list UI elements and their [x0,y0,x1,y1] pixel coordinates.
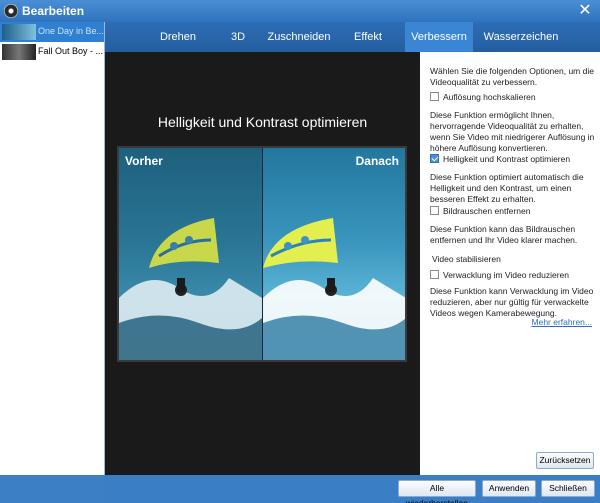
tab-verbessern[interactable]: Verbessern [405,22,473,52]
file-list-item[interactable]: One Day in Be... [0,22,104,42]
file-name: One Day in Be... [38,26,104,36]
brightness-checkbox[interactable] [430,154,439,164]
apply-button[interactable]: Anwenden [482,480,536,497]
windsurfer-image-before [119,218,262,360]
upscale-checkbox-row[interactable]: Auflösung hochskalieren [430,92,536,104]
file-list-sidebar: One Day in Be... Fall Out Boy - ... [0,22,105,475]
reset-button[interactable]: Zurücksetzen [536,452,594,469]
window-title: Bearbeiten [22,4,85,18]
footer-bar: Alle wiederherstellen Anwenden Schließen [105,475,600,503]
learn-more-link[interactable]: Mehr erfahren... [532,317,592,328]
restore-all-button[interactable]: Alle wiederherstellen [398,480,476,503]
tab-effekt[interactable]: Effekt [343,22,393,52]
video-thumbnail [2,44,36,60]
file-list-item[interactable]: Fall Out Boy - ... [0,42,104,62]
tab-drehen[interactable]: Drehen [153,22,203,52]
enhance-options-panel: Wählen Sie die folgenden Optionen, um di… [420,52,600,475]
title-bar: Bearbeiten ✕ [0,0,600,22]
before-image: Vorher [119,148,262,360]
brightness-label: Helligkeit und Kontrast optimieren [443,154,571,164]
brightness-checkbox-row[interactable]: Helligkeit und Kontrast optimieren [430,154,570,166]
preview-panel: Helligkeit und Kontrast optimieren Vorhe… [105,52,420,475]
denoise-description: Diese Funktion kann das Bildrauschen ent… [430,224,578,245]
before-after-preview: Vorher Danach [117,146,407,362]
shake-checkbox-row[interactable]: Verwacklung im Video reduzieren [430,270,569,282]
tab-zuschneiden[interactable]: Zuschneiden [265,22,333,52]
options-intro: Wählen Sie die folgenden Optionen, um di… [430,66,594,87]
shake-label: Verwacklung im Video reduzieren [443,270,569,280]
after-label: Danach [355,154,399,168]
stabilize-section-label: Video stabilisieren [432,254,501,264]
before-label: Vorher [125,154,163,168]
windsurfer-image-after [263,218,405,360]
tab-3d[interactable]: 3D [223,22,253,52]
video-thumbnail [2,24,36,40]
after-image: Danach [262,148,405,360]
preview-heading: Helligkeit und Kontrast optimieren [157,114,368,130]
app-logo-icon [4,4,18,18]
denoise-checkbox-row[interactable]: Bildrauschen entfernen [430,206,530,218]
denoise-label: Bildrauschen entfernen [443,206,531,216]
upscale-checkbox[interactable] [430,92,439,102]
file-name: Fall Out Boy - ... [38,46,104,56]
denoise-checkbox[interactable] [430,206,439,216]
shake-description: Diese Funktion kann Verwacklung im Video… [430,286,594,318]
close-window-button[interactable]: ✕ [576,2,594,20]
brightness-description: Diese Funktion optimiert automatisch die… [430,172,584,204]
tab-wasserzeichen[interactable]: Wasserzeichen [481,22,561,52]
shake-checkbox[interactable] [430,270,439,280]
upscale-label: Auflösung hochskalieren [443,92,536,102]
close-button[interactable]: Schließen [541,480,595,497]
edit-tabs: Drehen 3D Zuschneiden Effekt Verbessern … [105,22,600,52]
upscale-description: Diese Funktion ermöglicht Ihnen, hervorr… [430,110,595,153]
